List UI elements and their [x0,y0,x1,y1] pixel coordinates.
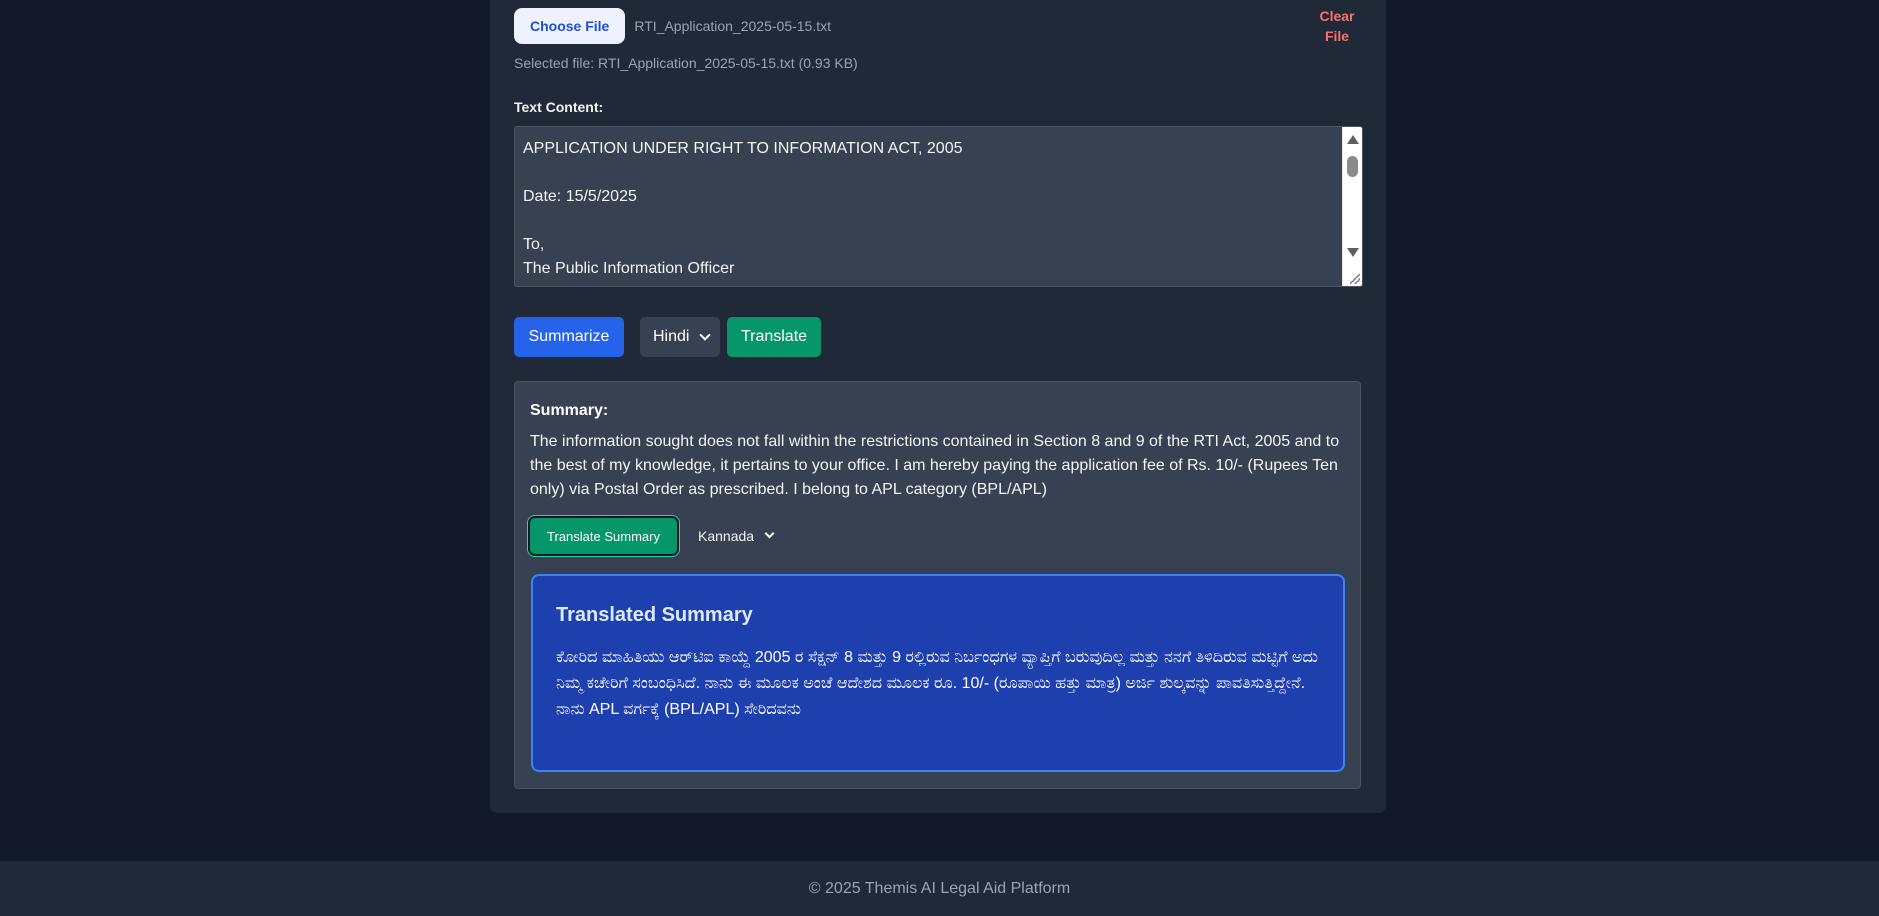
footer-copyright: © 2025 Themis AI Legal Aid Platform [808,879,1071,897]
translate-summary-button[interactable]: Translate Summary [530,518,677,554]
file-upload-row: Choose File RTI_Application_2025-05-15.t… [514,8,831,44]
text-content-textarea[interactable]: APPLICATION UNDER RIGHT TO INFORMATION A… [514,126,1363,287]
scroll-down-arrow-icon[interactable] [1347,248,1359,257]
resize-grip-icon[interactable] [1350,274,1360,284]
summary-text: The information sought does not fall wit… [530,433,1340,498]
chevron-down-icon [764,528,775,539]
text-content-label: Text Content: [514,99,604,115]
translated-summary-panel: Translated Summary ಕೋರಿದ ಮಾಹಿತಿಯು ಆರ್‌ಟಿ… [531,574,1345,772]
summary-language-value: Kannada [698,528,755,544]
textarea-scrollbar[interactable] [1342,127,1362,286]
summary-title: Summary: [530,402,609,419]
clear-file-button[interactable]: Clear File [1312,6,1362,46]
translated-summary-title: Translated Summary [556,604,753,626]
translated-summary-text: ಕೋರಿದ ಮಾಹಿತಿಯು ಆರ್‌ಟಿಐ ಕಾಯ್ದೆ 2005 ರ ಸೆಕ… [556,649,1318,718]
translate-language-value: Hindi [653,328,690,345]
text-content-value: APPLICATION UNDER RIGHT TO INFORMATION A… [523,140,963,277]
scroll-up-arrow-icon[interactable] [1347,135,1359,144]
translate-button[interactable]: Translate [727,317,821,357]
document-card: Choose File RTI_Application_2025-05-15.t… [490,0,1386,813]
scroll-thumb[interactable] [1347,156,1358,177]
translate-language-select[interactable]: Hindi [640,317,720,357]
summary-panel: Summary: The information sought does not… [514,381,1361,789]
chevron-down-icon [699,328,712,341]
summarize-button[interactable]: Summarize [514,317,624,357]
footer: © 2025 Themis AI Legal Aid Platform [0,861,1879,916]
selected-file-info: Selected file: RTI_Application_2025-05-1… [514,55,858,71]
summary-language-select[interactable]: Kannada [690,518,781,554]
choose-file-button[interactable]: Choose File [514,8,626,44]
chosen-file-name: RTI_Application_2025-05-15.txt [634,18,832,34]
